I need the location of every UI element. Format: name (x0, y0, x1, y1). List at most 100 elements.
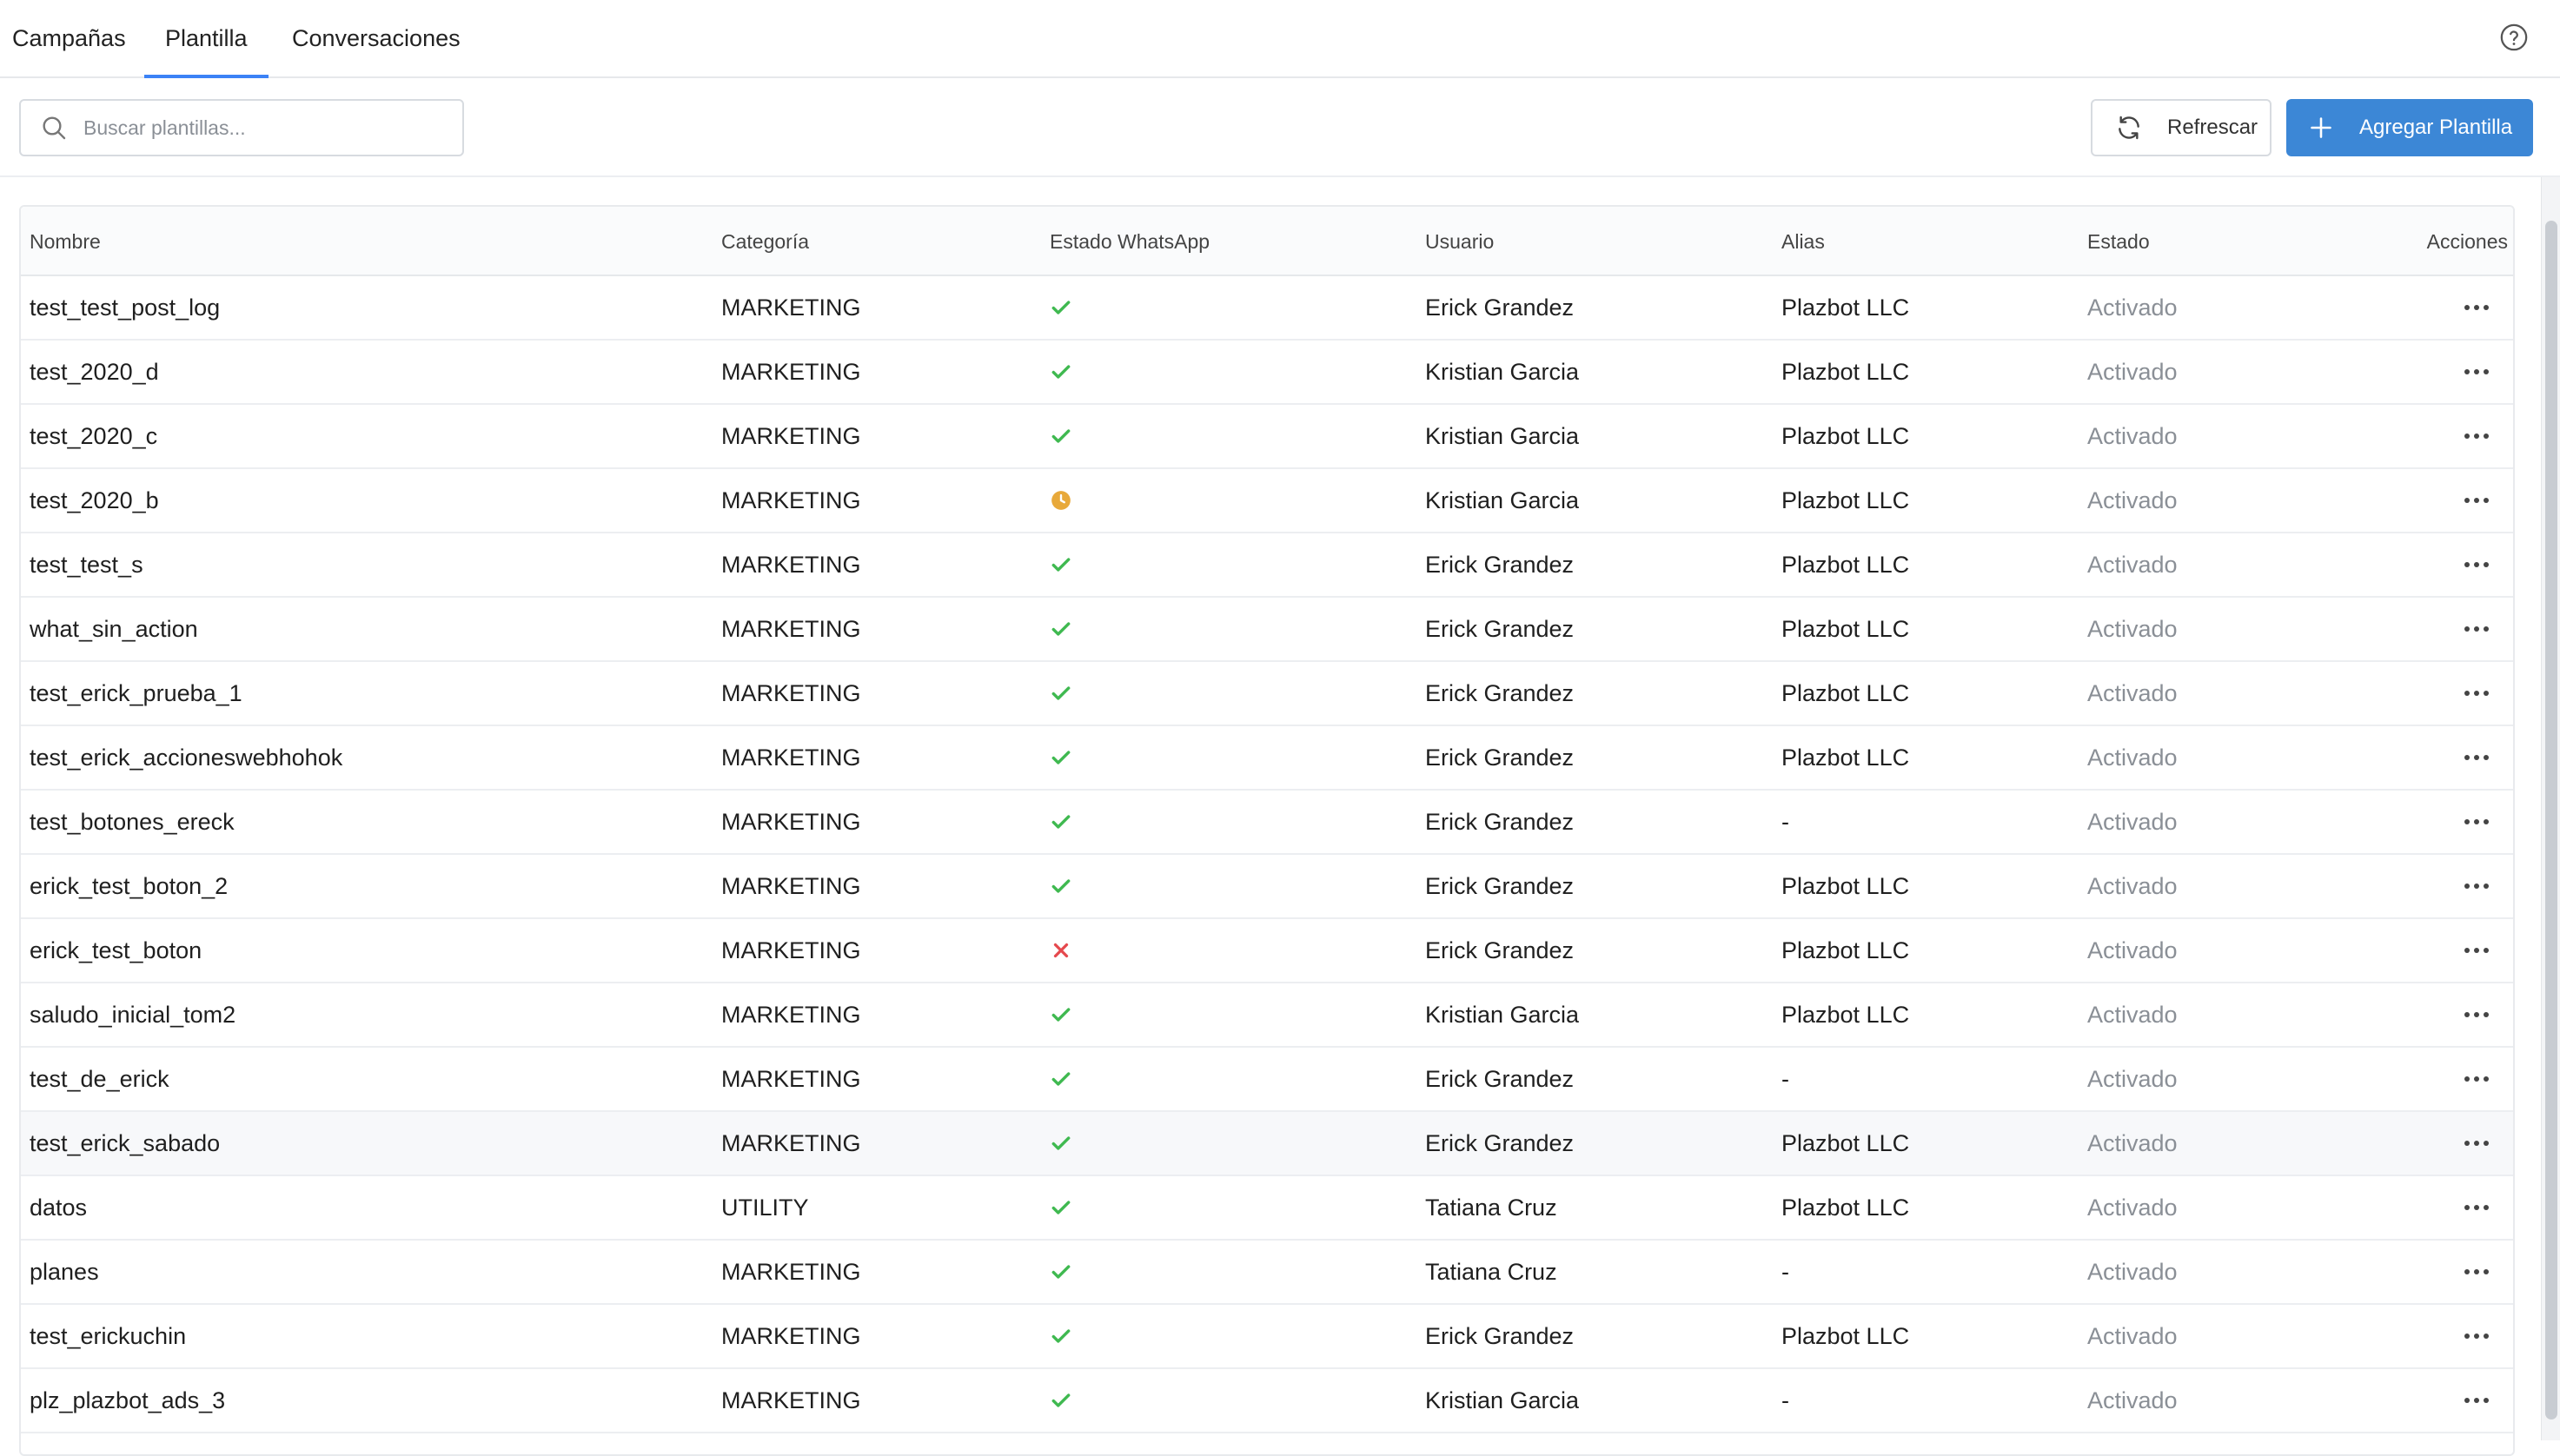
table-row[interactable]: test_2020_c MARKETING Kristian Garcia Plazb… (21, 405, 2513, 469)
cell-usuario: Erick Grandez (1425, 615, 1575, 642)
row-actions-button[interactable] (2457, 983, 2496, 1046)
cell-estado: Activado (2087, 936, 2178, 963)
cell-estado: Activado (2087, 1001, 2178, 1028)
row-actions-button[interactable] (2457, 1176, 2496, 1239)
cell-nombre: test_2020_b (30, 486, 159, 513)
check-icon (1051, 686, 1071, 700)
cell-nombre: test_2020_d (30, 358, 159, 385)
row-actions-button[interactable] (2457, 791, 2496, 853)
check-icon (1051, 1329, 1071, 1343)
check-icon (1051, 1008, 1071, 1022)
cell-estado-whatsapp (1050, 726, 1072, 789)
table-row[interactable]: planes MARKETING Tatiana Cruz - Activado (21, 1241, 2513, 1305)
cell-estado: Activado (2087, 551, 2178, 578)
table-row[interactable]: test_test_s MARKETING Erick Grandez Plazbot… (21, 533, 2513, 598)
tab-campanas[interactable]: Campañas (12, 0, 126, 76)
row-actions-button[interactable] (2457, 405, 2496, 467)
table-row[interactable]: test_test_post_log MARKETING Erick Grandez… (21, 276, 2513, 341)
cell-estado: Activado (2087, 872, 2178, 899)
row-actions-button[interactable] (2457, 1369, 2496, 1432)
more-dot (2484, 1141, 2489, 1146)
cell-usuario: Kristian Garcia (1425, 486, 1580, 513)
cell-estado-whatsapp (1050, 598, 1072, 660)
row-actions-button[interactable] (2457, 1305, 2496, 1367)
header-nombre[interactable]: Nombre (30, 207, 101, 276)
table-row[interactable]: test_de_erick MARKETING Erick Grandez - Acti… (21, 1048, 2513, 1112)
cell-alias: Plazbot LLC (1781, 551, 1910, 578)
cell-estado: Activado (2087, 1065, 2178, 1092)
check-icon (1051, 429, 1071, 443)
cell-usuario: Tatiana Cruz (1425, 1194, 1557, 1221)
cell-categoria: MARKETING (721, 1322, 861, 1349)
cell-estado-whatsapp (1050, 855, 1072, 917)
table-row[interactable]: test_2020_d MARKETING Kristian Garcia Plazb… (21, 341, 2513, 405)
more-dot (2474, 1076, 2479, 1082)
more-dot (2464, 305, 2470, 310)
cell-nombre: planes (30, 1258, 99, 1285)
row-actions-button[interactable] (2457, 533, 2496, 596)
table-row[interactable]: what_sin_action MARKETING Erick Grandez Pla… (21, 598, 2513, 662)
header-alias[interactable]: Alias (1781, 207, 1825, 276)
more-dot (2474, 1334, 2479, 1339)
cell-usuario: Kristian Garcia (1425, 1387, 1580, 1413)
row-actions-button[interactable] (2457, 726, 2496, 789)
cell-usuario: Erick Grandez (1425, 872, 1575, 899)
plus-icon (2311, 117, 2331, 138)
cell-alias: Plazbot LLC (1781, 1194, 1910, 1221)
tab-plantilla[interactable]: Plantilla (144, 0, 269, 78)
row-actions-button[interactable] (2457, 662, 2496, 725)
table-row[interactable]: test_erickuchin MARKETING Erick Grandez Pla… (21, 1305, 2513, 1369)
cell-nombre: erick_test_boton (30, 936, 202, 963)
row-actions-button[interactable] (2457, 341, 2496, 403)
more-dot (2484, 819, 2489, 824)
table-row[interactable]: erick_test_boton_2 MARKETING Erick Grandez… (21, 855, 2513, 919)
cell-estado: Activado (2087, 1194, 2178, 1221)
table-row[interactable]: test_erick_prueba_1 MARKETING Erick Grande… (21, 662, 2513, 726)
row-actions-button[interactable] (2457, 855, 2496, 917)
search-input[interactable] (82, 115, 429, 141)
check-icon (1051, 1265, 1071, 1279)
scrollbar-thumb[interactable] (2545, 221, 2557, 1420)
table-row[interactable]: test_erick_accioneswebhohok MARKETING Eric… (21, 726, 2513, 791)
header-estado[interactable]: Estado (2087, 207, 2150, 276)
row-actions-button[interactable] (2457, 919, 2496, 982)
table-row[interactable]: erick_test_boton MARKETING Erick Grandez Pl… (21, 919, 2513, 983)
more-dot (2464, 433, 2470, 439)
cell-estado-whatsapp (1050, 1112, 1072, 1175)
check-icon (1051, 622, 1071, 636)
header-usuario[interactable]: Usuario (1425, 207, 1494, 276)
table-row[interactable]: plz_plazbot_ads_3 MARKETING Kristian Garci… (21, 1369, 2513, 1433)
cell-nombre: test_erick_accioneswebhohok (30, 744, 343, 771)
cell-alias: Plazbot LLC (1781, 872, 1910, 899)
row-actions-button[interactable] (2457, 1112, 2496, 1175)
row-actions-button[interactable] (2457, 276, 2496, 339)
cell-alias: Plazbot LLC (1781, 936, 1910, 963)
header-categoria[interactable]: Categoría (721, 207, 809, 276)
row-actions-button[interactable] (2457, 1241, 2496, 1303)
row-actions-button[interactable] (2457, 1048, 2496, 1110)
cell-categoria: MARKETING (721, 1065, 861, 1092)
more-dot (2474, 691, 2479, 696)
more-dot (2464, 626, 2470, 632)
table-row[interactable]: datos UTILITY Tatiana Cruz Plazbot LLC Activ… (21, 1176, 2513, 1241)
cell-estado: Activado (2087, 486, 2178, 513)
cell-usuario: Tatiana Cruz (1425, 1258, 1557, 1285)
add-template-button-label: Agregar Plantilla (2359, 116, 2513, 139)
help-icon[interactable] (2499, 23, 2529, 52)
table-row[interactable]: test_erick_sabado MARKETING Erick Grandez P… (21, 1112, 2513, 1176)
cell-categoria: MARKETING (721, 1387, 861, 1413)
vertical-scrollbar[interactable] (2541, 177, 2560, 1440)
table-row[interactable]: test_botones_ereck MARKETING Erick Grandez… (21, 791, 2513, 855)
x-icon (1053, 943, 1069, 958)
table-row[interactable]: test_2020_b MARKETING Kristian Garcia Plazb… (21, 469, 2513, 533)
refresh-button[interactable]: Refrescar (2091, 99, 2272, 156)
header-estado-whatsapp[interactable]: Estado WhatsApp (1050, 207, 1210, 276)
row-actions-button[interactable] (2457, 598, 2496, 660)
table-row[interactable]: saludo_inicial_tom2 MARKETING Kristian Gar… (21, 983, 2513, 1048)
tab-conversaciones[interactable]: Conversaciones (292, 0, 461, 76)
more-dot (2474, 305, 2479, 310)
more-dot (2464, 498, 2470, 503)
cell-estado: Activado (2087, 294, 2178, 321)
add-template-button[interactable]: Agregar Plantilla (2286, 99, 2533, 156)
row-actions-button[interactable] (2457, 469, 2496, 532)
